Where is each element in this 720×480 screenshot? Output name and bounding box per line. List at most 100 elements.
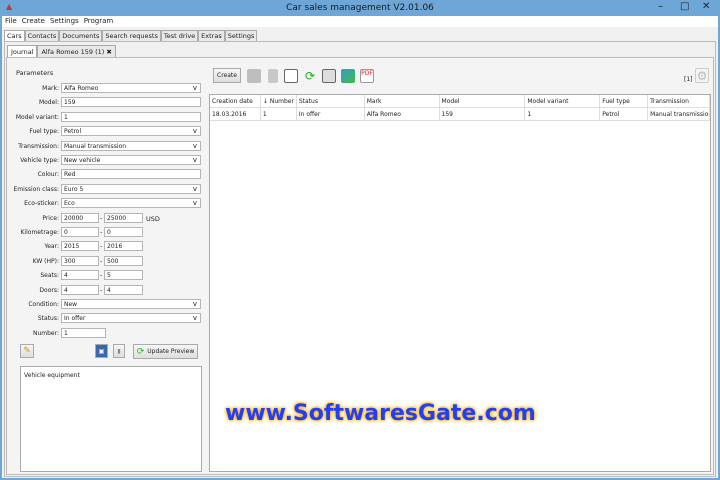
column-header[interactable]: Model <box>440 95 526 107</box>
update-preview-button[interactable]: ⟳ Update Preview <box>133 344 198 359</box>
field-value: New vehicle <box>64 157 101 164</box>
param-row: Status: In offer v <box>9 313 205 324</box>
range-row: Kilometrage: 0-0 <box>9 227 205 238</box>
app-window: ▲ Car sales management V2.01.06 – □ ✕ Fi… <box>2 0 718 478</box>
copy-car-icon[interactable] <box>247 69 261 83</box>
close-button[interactable]: ✕ <box>702 1 710 12</box>
select-field[interactable]: New v <box>61 299 201 309</box>
menu-program[interactable]: Program <box>81 16 116 25</box>
watermark: www.SoftwaresGate.com <box>225 401 536 426</box>
param-row: Emission class: Euro 5 v <box>9 183 205 195</box>
range-to-input[interactable]: 0 <box>104 227 143 237</box>
select-field[interactable]: Euro 5 v <box>61 183 201 194</box>
select-field[interactable]: Manual transmission v <box>61 140 201 151</box>
field-label: Mark: <box>42 85 59 92</box>
tab-test-drive[interactable]: Test drive <box>160 30 199 41</box>
table-cell: 159 <box>440 108 526 120</box>
tab-journal[interactable]: Journal <box>7 45 38 57</box>
trash-icon: ▮ <box>117 347 121 355</box>
range-row: KW (HP): 300-500 <box>9 255 205 267</box>
delete-button[interactable]: ▮ <box>113 344 125 358</box>
tab-car-record[interactable]: Alfa Romeo 159 (1) ✖ <box>37 45 116 57</box>
param-row: Model variant: 1 <box>9 111 205 123</box>
range-dash: - <box>100 228 103 236</box>
param-row: Eco-sticker: Eco v <box>9 198 205 209</box>
select-field[interactable]: Alfa Romeo v <box>61 83 201 93</box>
param-row: Condition: New v <box>9 299 205 310</box>
tab-extras[interactable]: Extras <box>198 30 225 41</box>
range-from-input[interactable]: 4 <box>61 284 99 295</box>
tab-contacts[interactable]: Contacts <box>24 30 60 41</box>
column-header[interactable]: Transmission <box>648 95 710 107</box>
field-value: In offer <box>64 315 86 323</box>
column-header[interactable]: Status <box>297 95 365 107</box>
field-label: Number: <box>32 329 59 337</box>
export-image-icon[interactable] <box>341 69 355 83</box>
table-row[interactable]: 18.03.2016 1 In offer Alfa Romeo 159 1 Petrol M… <box>210 108 710 121</box>
field-label: Year: <box>44 243 59 251</box>
range-to-input[interactable]: 5 <box>104 270 143 281</box>
gear-icon[interactable]: ⚙ <box>695 68 709 83</box>
vehicle-equipment-box[interactable]: Vehicle equipment <box>20 366 202 472</box>
range-to-input[interactable]: 500 <box>104 255 143 266</box>
text-field[interactable]: 1 <box>61 111 201 122</box>
menu-settings[interactable]: Settings <box>47 16 81 25</box>
tab-settings[interactable]: Settings <box>224 30 258 41</box>
tab-documents[interactable]: Documents <box>59 30 103 41</box>
tab-search-requests[interactable]: Search requests <box>102 30 161 41</box>
trash-icon[interactable] <box>268 69 278 83</box>
range-dash: - <box>100 242 103 251</box>
range-to-input[interactable]: 4 <box>104 284 143 295</box>
param-row: Mark: Alfa Romeo v <box>9 83 205 94</box>
number-input[interactable]: 1 <box>61 327 106 338</box>
menu-file[interactable]: File <box>2 16 19 25</box>
title-bar: ▲ Car sales management V2.01.06 – □ ✕ <box>2 0 718 16</box>
column-header[interactable]: Fuel type <box>600 95 649 107</box>
column-header[interactable]: Creation date <box>210 95 261 107</box>
window-title: Car sales management V2.01.06 <box>286 3 434 13</box>
field-label: Doors: <box>39 286 59 294</box>
range-from-input[interactable]: 0 <box>61 227 99 237</box>
range-to-input[interactable]: 25000 <box>104 212 143 223</box>
range-row: Year: 2015-2016 <box>9 241 205 252</box>
range-row: Price: 20000-25000 USD <box>9 212 205 224</box>
select-field[interactable]: Petrol v <box>61 126 201 137</box>
field-value: Eco <box>64 200 75 208</box>
column-header[interactable]: Model variant <box>525 95 601 107</box>
print-icon[interactable] <box>322 69 336 83</box>
chevron-down-icon: v <box>192 156 197 164</box>
duplicate-icon[interactable] <box>284 69 298 83</box>
cars-pane: Journal Alfa Romeo 159 (1) ✖ Parameters … <box>4 41 716 477</box>
field-value: 1 <box>64 113 68 121</box>
select-field[interactable]: Eco v <box>61 198 201 209</box>
range-from-input[interactable]: 300 <box>61 255 99 266</box>
field-value: Manual transmission <box>64 142 127 150</box>
range-from-input[interactable]: 2015 <box>61 241 99 252</box>
column-header[interactable]: Mark <box>365 95 440 107</box>
range-from-input[interactable]: 20000 <box>61 212 99 223</box>
refresh-icon: ⟳ <box>136 346 145 357</box>
edit-button[interactable]: ✎ <box>20 344 34 358</box>
tab-cars[interactable]: Cars <box>4 30 25 41</box>
select-field[interactable]: In offer v <box>61 313 201 324</box>
menu-bar: File Create Settings Program <box>2 16 718 27</box>
minimize-button[interactable]: – <box>658 1 663 12</box>
table-cell: Alfa Romeo <box>365 108 440 120</box>
range-to-input[interactable]: 2016 <box>104 241 143 252</box>
save-button[interactable]: ▣ <box>95 344 108 358</box>
menu-create[interactable]: Create <box>19 16 47 25</box>
maximize-button[interactable]: □ <box>680 1 689 12</box>
field-label: KW (HP): <box>32 257 59 265</box>
column-header[interactable]: ↓ Number <box>261 95 297 107</box>
table-cell: Manual transmission <box>648 108 710 120</box>
create-button[interactable]: Create <box>213 68 241 83</box>
range-from-input[interactable]: 4 <box>61 270 99 281</box>
refresh-icon[interactable]: ⟳ <box>303 69 317 83</box>
field-label: Fuel type: <box>29 128 59 136</box>
pdf-icon[interactable]: PDF <box>360 69 374 83</box>
text-field[interactable]: Red <box>61 169 201 180</box>
tab-car-record-label: Alfa Romeo 159 (1) <box>41 48 105 56</box>
text-field[interactable]: 159 <box>61 97 201 108</box>
select-field[interactable]: New vehicle v <box>61 155 201 165</box>
close-tab-icon[interactable]: ✖ <box>106 48 111 56</box>
